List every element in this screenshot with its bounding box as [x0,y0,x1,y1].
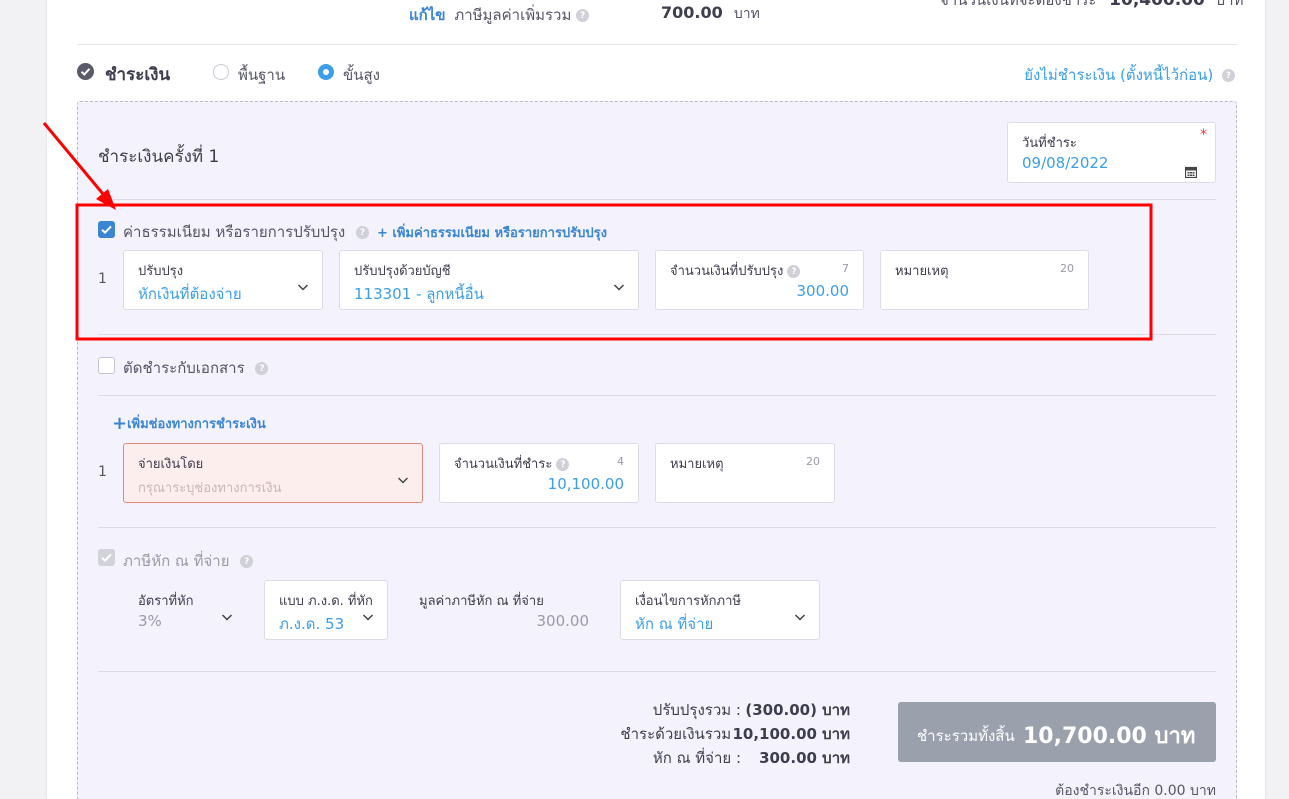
annotation-arrow [42,122,110,201]
arrow-head-icon [96,189,116,210]
annotation-overlay [42,122,1153,341]
highlight-box [75,203,1153,341]
